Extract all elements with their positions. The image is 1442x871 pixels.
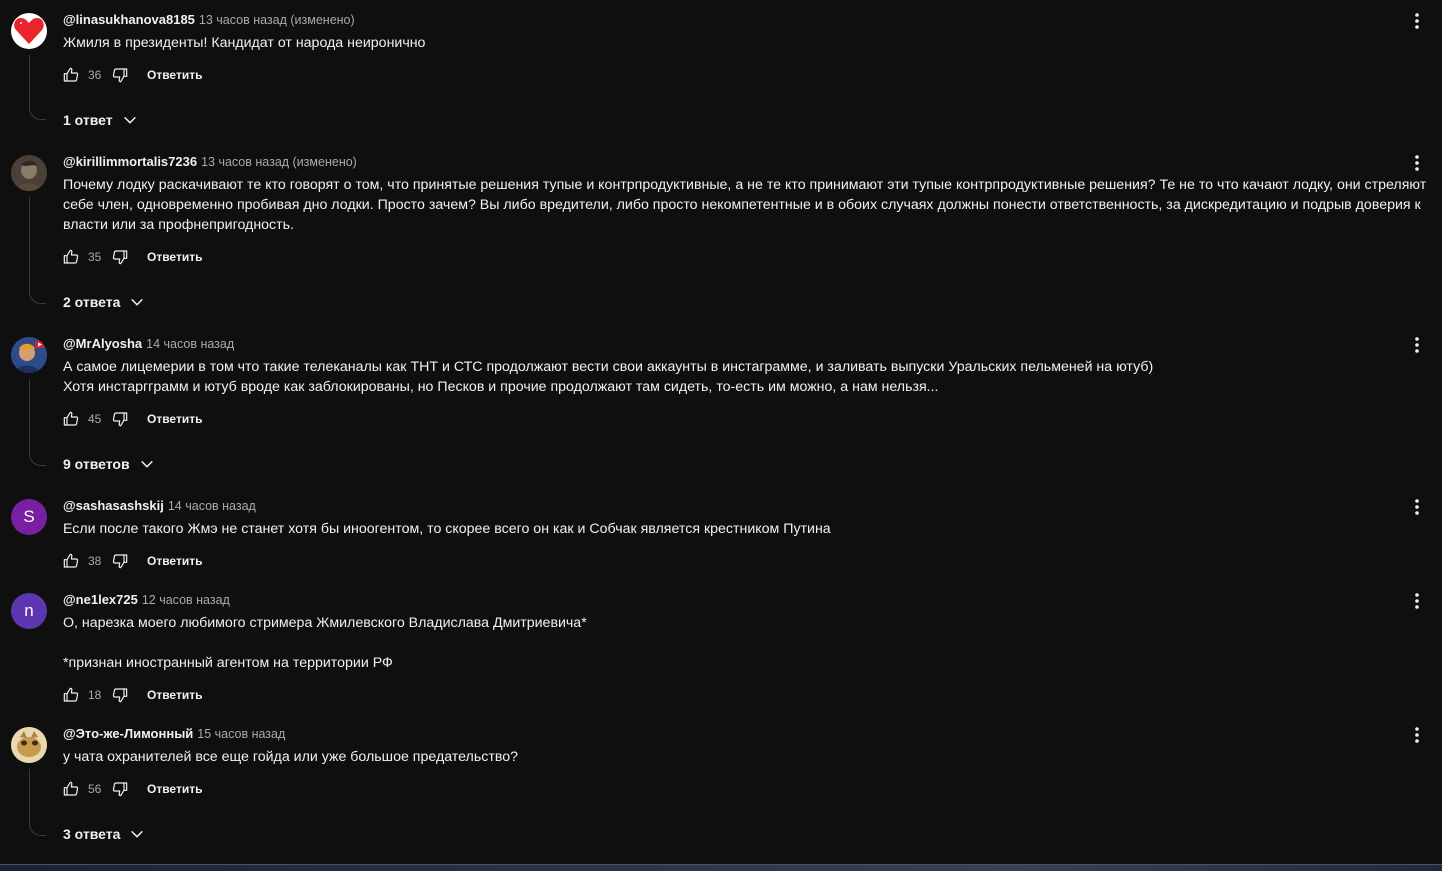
chevron-down-icon [140,460,153,468]
like-icon[interactable] [63,781,79,797]
chevron-down-icon [131,298,144,306]
like-icon[interactable] [63,411,79,427]
comment-text: Почему лодку раскачивают те кто говорят … [63,177,1431,233]
replies-label: 1 ответ [63,112,113,128]
reply-button[interactable]: Ответить [147,250,202,264]
user-photo-icon [11,337,47,373]
author-name[interactable]: @ne1lex725 [63,592,138,607]
user-photo-icon [11,155,47,191]
replies-toggle[interactable]: 2 ответа [63,291,145,313]
comment-text: О, нарезка моего любимого стримера Жмиле… [63,615,587,671]
reply-button[interactable]: Ответить [147,68,202,82]
avatar-letter: n [24,601,34,620]
like-count: 56 [88,782,102,796]
avatar[interactable] [11,155,47,191]
comment-text: Жмиля в президенты! Кандидат от народа н… [63,35,426,51]
like-icon[interactable] [63,687,79,703]
reply-button[interactable]: Ответить [147,782,202,796]
author-name[interactable]: @sashasashskij [63,498,164,513]
author-name[interactable]: @Это-же-Лимонный [63,726,193,741]
replies-label: 3 ответа [63,826,121,842]
reply-button[interactable]: Ответить [147,688,202,702]
author-name[interactable]: @MrAlyosha [63,336,142,351]
chevron-down-icon [131,830,144,838]
comment-actions: 45 Ответить [63,409,202,429]
author-name[interactable]: @linasukhanova8185 [63,12,195,27]
thread-line [29,197,46,304]
dislike-icon[interactable] [112,411,128,427]
comment-header: @sashasashskij 14 часов назад [63,497,256,515]
like-icon[interactable] [63,67,79,83]
dislike-icon[interactable] [112,781,128,797]
avatar[interactable]: S [11,499,47,535]
comment-text: А самое лицемерии в том что такие телека… [63,359,1154,395]
dislike-icon[interactable] [112,553,128,569]
comment-text: у чата охранителей все еще гойда или уже… [63,749,518,765]
like-icon[interactable] [63,249,79,265]
more-options-icon[interactable] [1409,333,1425,357]
comment-text: Если после такого Жмэ не станет хотя бы … [63,521,831,537]
dislike-icon[interactable] [112,249,128,265]
comment-time[interactable]: 14 часов назад [146,337,234,351]
comment-actions: 38 Ответить [63,551,202,571]
thread-line [29,769,46,836]
avatar[interactable] [11,13,47,49]
comment-time[interactable]: 15 часов назад [197,727,285,741]
comment-actions: 35 Ответить [63,247,202,267]
like-count: 18 [88,688,102,702]
more-options-icon[interactable] [1409,9,1425,33]
like-count: 45 [88,412,102,426]
comment-actions: 36 Ответить [63,65,202,85]
chevron-down-icon [123,116,136,124]
comment-actions: 18 Ответить [63,685,202,705]
more-options-icon[interactable] [1409,589,1425,613]
like-icon[interactable] [63,553,79,569]
thread-line [29,55,46,120]
replies-label: 9 ответов [63,456,130,472]
avatar-letter: S [23,507,35,526]
comment-header: @MrAlyosha 14 часов назад [63,335,234,353]
comment-time[interactable]: 13 часов назад (изменено) [201,155,357,169]
replies-toggle[interactable]: 9 ответов [63,453,155,475]
comment-time[interactable]: 12 часов назад [142,593,230,607]
comment-time[interactable]: 14 часов назад [168,499,256,513]
user-photo-icon [11,727,47,763]
heart-icon [14,18,44,44]
like-count: 35 [88,250,102,264]
thread-line [29,379,46,466]
more-options-icon[interactable] [1409,151,1425,175]
comment-header: @Это-же-Лимонный 15 часов назад [63,725,285,743]
reply-button[interactable]: Ответить [147,554,202,568]
comment-actions: 56 Ответить [63,779,202,799]
dislike-icon[interactable] [112,67,128,83]
more-options-icon[interactable] [1409,495,1425,519]
comment-header: @kirillimmortalis7236 13 часов назад (изм… [63,153,357,171]
replies-toggle[interactable]: 1 ответ [63,109,138,131]
more-options-icon[interactable] [1409,723,1425,747]
dislike-icon[interactable] [112,687,128,703]
comment-header: @linasukhanova8185 13 часов назад (измене… [63,11,355,29]
avatar[interactable]: n [11,593,47,629]
replies-label: 2 ответа [63,294,121,310]
replies-toggle[interactable]: 3 ответа [63,823,145,845]
like-count: 38 [88,554,102,568]
comment-time[interactable]: 13 часов назад (изменено) [199,13,355,27]
avatar[interactable] [11,727,47,763]
like-count: 36 [88,68,102,82]
comment-header: @ne1lex725 12 часов назад [63,591,230,609]
reply-button[interactable]: Ответить [147,412,202,426]
author-name[interactable]: @kirillimmortalis7236 [63,154,197,169]
avatar[interactable] [11,337,47,373]
